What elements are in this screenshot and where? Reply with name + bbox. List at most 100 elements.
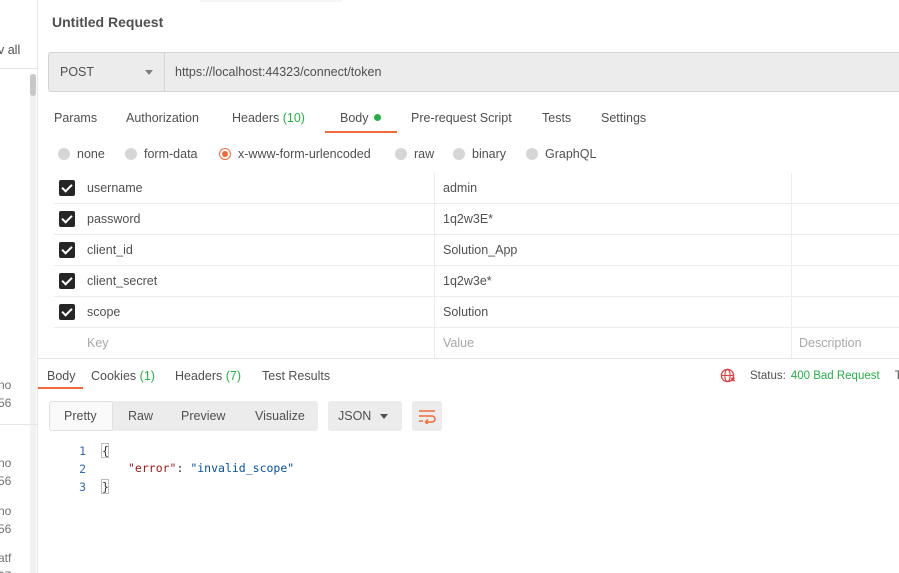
response-tab-headers[interactable]: Headers (7) (175, 369, 241, 383)
tab-authorization[interactable]: Authorization (126, 111, 199, 125)
json-colon: : (176, 461, 191, 475)
radio-raw[interactable]: raw (395, 147, 434, 161)
table-row: username admin (54, 173, 899, 204)
description-input-placeholder[interactable]: Description (799, 336, 862, 350)
tab-count: (1) (139, 369, 155, 383)
history-item-fragment[interactable]: no (0, 504, 11, 518)
param-value[interactable]: Solution_App (443, 243, 517, 257)
tab-label: Pre-request Script (411, 111, 512, 125)
line-number: 3 (79, 480, 86, 494)
tab-settings[interactable]: Settings (601, 111, 646, 125)
row-checkbox[interactable] (59, 211, 75, 227)
history-sidebar: v all no 56 no 56 no 56 atf 07 (0, 0, 38, 573)
history-item-fragment[interactable]: 07 (0, 569, 11, 573)
request-header: Untitled Request (38, 0, 899, 44)
param-value[interactable]: admin (443, 181, 477, 195)
radio-label: raw (414, 147, 435, 161)
param-value[interactable]: 1q2w3e* (443, 274, 492, 288)
request-title[interactable]: Untitled Request (52, 14, 163, 30)
tab-body[interactable]: Body (340, 111, 381, 125)
view-visualize-button[interactable]: Visualize (246, 401, 314, 431)
table-row-new: Key Value Description (54, 328, 899, 359)
view-raw-button[interactable]: Raw (119, 401, 162, 431)
tab-strip-fragment (200, 0, 342, 2)
json-line: "error": "invalid_scope" (128, 461, 294, 475)
tab-pre-request-script[interactable]: Pre-request Script (411, 111, 512, 125)
row-checkbox[interactable] (59, 242, 75, 258)
row-checkbox[interactable] (59, 273, 75, 289)
active-response-tab-indicator (38, 387, 83, 389)
radio-label: GraphQL (545, 147, 597, 161)
status-code[interactable]: 400 Bad Request (791, 370, 880, 382)
param-key[interactable]: password (87, 212, 141, 226)
history-item-fragment[interactable]: 56 (0, 474, 11, 488)
param-key[interactable]: username (87, 181, 143, 195)
value-input-placeholder[interactable]: Value (443, 336, 474, 350)
tab-label: Cookies (91, 369, 137, 383)
sidebar-scrollbar-thumb[interactable] (30, 74, 36, 96)
radio-label: binary (472, 147, 507, 161)
tab-label: Headers (175, 369, 223, 383)
radio-graphql[interactable]: GraphQL (526, 147, 596, 161)
tab-label: Tests (542, 111, 572, 125)
response-tab-test-results[interactable]: Test Results (262, 369, 330, 383)
url-input[interactable]: https://localhost:44323/connect/token (175, 65, 381, 79)
radio-binary[interactable]: binary (453, 147, 506, 161)
history-item-fragment[interactable]: no (0, 378, 11, 392)
row-checkbox[interactable] (59, 180, 75, 196)
url-bar: POST https://localhost:44323/connect/tok… (48, 52, 899, 92)
param-key[interactable]: scope (87, 305, 120, 319)
json-key: "error" (128, 461, 177, 475)
tab-params[interactable]: Params (54, 111, 97, 125)
history-item-fragment[interactable]: no (0, 456, 11, 470)
param-key[interactable]: client_id (87, 243, 133, 257)
sidebar-divider (0, 68, 37, 69)
method-select[interactable]: POST (49, 53, 165, 91)
response-tab-body[interactable]: Body (47, 369, 76, 383)
modified-dot-icon (373, 114, 381, 121)
active-tab-indicator (325, 131, 397, 133)
tab-count: (10) (282, 111, 305, 125)
view-pretty-button[interactable]: Pretty (49, 401, 113, 431)
tab-label: Test Results (262, 369, 331, 383)
tab-tests[interactable]: Tests (542, 111, 571, 125)
tab-label: Body (340, 111, 369, 125)
format-select[interactable]: JSON (328, 401, 402, 431)
json-string-value: "invalid_scope" (190, 461, 295, 475)
radio-none[interactable]: none (58, 147, 105, 161)
view-preview-button[interactable]: Preview (172, 401, 234, 431)
radio-x-www-form-urlencoded[interactable]: x-www-form-urlencoded (219, 147, 371, 161)
table-row: client_secret 1q2w3e* (54, 266, 899, 297)
response-body-editor[interactable]: 1 2 3 { "error": "invalid_scope" } (38, 440, 899, 573)
table-row: password 1q2w3E* (54, 204, 899, 235)
tab-label: Body (47, 369, 76, 383)
key-input-placeholder[interactable]: Key (87, 336, 109, 350)
json-close-brace: } (102, 480, 109, 494)
sidebar-scrollbar-track[interactable] (30, 74, 36, 573)
table-row: client_id Solution_App (54, 235, 899, 266)
tab-label: Headers (232, 111, 280, 125)
tab-label: Authorization (126, 111, 199, 125)
response-tab-cookies[interactable]: Cookies (1) (91, 369, 155, 383)
method-label: POST (60, 65, 95, 79)
param-value[interactable]: Solution (443, 305, 488, 319)
history-item-fragment[interactable]: 56 (0, 396, 11, 410)
param-key[interactable]: client_secret (87, 274, 157, 288)
history-item-fragment[interactable]: 56 (0, 522, 11, 536)
chevron-down-icon (145, 70, 153, 75)
radio-form-data[interactable]: form-data (125, 147, 198, 161)
globe-error-icon[interactable] (720, 368, 735, 383)
response-view-toggle: Pretty Raw Preview Visualize (49, 401, 318, 431)
response-status: Status: 400 Bad Request T (720, 368, 899, 383)
history-item-fragment[interactable]: atf (0, 551, 11, 565)
table-row: scope Solution (54, 297, 899, 328)
param-value[interactable]: 1q2w3E* (443, 212, 493, 226)
show-all-link[interactable]: v all (0, 43, 20, 57)
tab-label: Params (54, 111, 98, 125)
tab-headers[interactable]: Headers (10) (232, 111, 305, 125)
wrap-lines-button[interactable] (412, 401, 442, 431)
tab-label: Settings (601, 111, 647, 125)
row-checkbox[interactable] (59, 304, 75, 320)
json-open-brace: { (102, 444, 109, 458)
chevron-down-icon (380, 414, 388, 419)
